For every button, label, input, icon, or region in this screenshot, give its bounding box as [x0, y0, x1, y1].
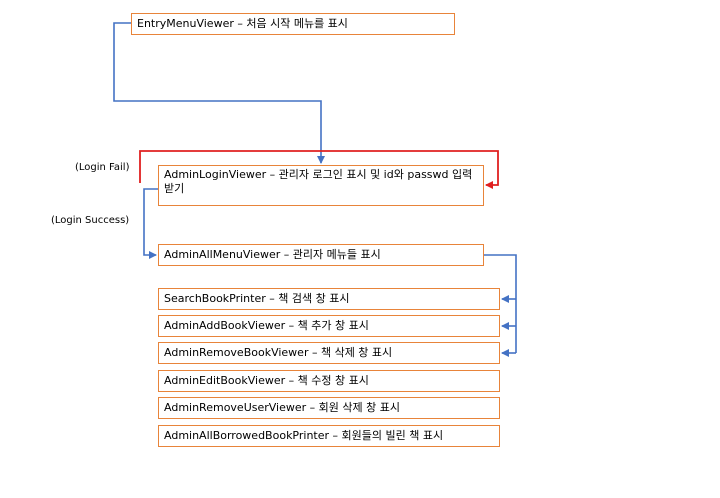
entry-menu-viewer-box: EntryMenuViewer – 처음 시작 메뉴를 표시	[131, 13, 455, 35]
entry-menu-viewer-text: EntryMenuViewer – 처음 시작 메뉴를 표시	[137, 17, 348, 30]
login-fail-label: (Login Fail)	[75, 162, 130, 173]
admin-all-menu-viewer-text: AdminAllMenuViewer – 관리자 메뉴들 표시	[164, 248, 381, 261]
search-book-printer-text: SearchBookPrinter – 책 검색 창 표시	[164, 292, 350, 305]
search-book-printer-box: SearchBookPrinter – 책 검색 창 표시	[158, 288, 500, 310]
admin-edit-book-viewer-text: AdminEditBookViewer – 책 수정 창 표시	[164, 374, 369, 387]
admin-edit-book-viewer-box: AdminEditBookViewer – 책 수정 창 표시	[158, 370, 500, 392]
entry-to-login-arrow	[113, 22, 325, 164]
admin-remove-user-viewer-text: AdminRemoveUserViewer – 회원 삭제 창 표시	[164, 401, 400, 414]
admin-all-borrowed-book-printer-text: AdminAllBorrowedBookPrinter – 회원들의 빌린 책 …	[164, 429, 444, 442]
admin-login-viewer-text: AdminLoginViewer – 관리자 로그인 표시 및 id와 pass…	[164, 168, 473, 195]
admin-all-borrowed-book-printer-box: AdminAllBorrowedBookPrinter – 회원들의 빌린 책 …	[158, 425, 500, 447]
admin-remove-book-viewer-text: AdminRemoveBookViewer – 책 삭제 창 표시	[164, 346, 393, 359]
admin-login-viewer-box: AdminLoginViewer – 관리자 로그인 표시 및 id와 pass…	[158, 165, 484, 206]
login-success-label: (Login Success)	[51, 215, 130, 226]
admin-remove-book-viewer-box: AdminRemoveBookViewer – 책 삭제 창 표시	[158, 342, 500, 364]
admin-all-menu-viewer-box: AdminAllMenuViewer – 관리자 메뉴들 표시	[158, 244, 484, 266]
admin-add-book-viewer-text: AdminAddBookViewer – 책 추가 창 표시	[164, 319, 369, 332]
admin-add-book-viewer-box: AdminAddBookViewer – 책 추가 창 표시	[158, 315, 500, 337]
login-success-arrow	[143, 188, 158, 259]
admin-remove-user-viewer-box: AdminRemoveUserViewer – 회원 삭제 창 표시	[158, 397, 500, 419]
